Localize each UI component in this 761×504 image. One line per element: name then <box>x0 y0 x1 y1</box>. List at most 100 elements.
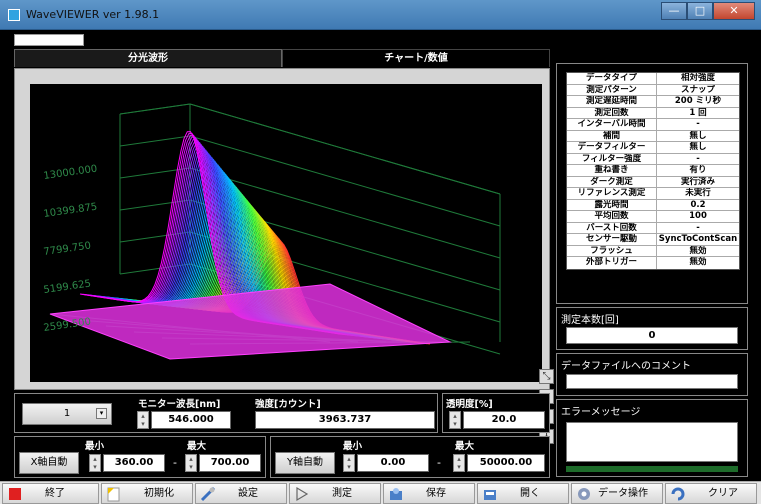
parameter-row: 外部トリガー 無効 <box>567 257 739 269</box>
channel-selector[interactable]: 1 ▾ <box>22 403 112 425</box>
y-min-label: 最小 <box>343 441 363 452</box>
parameter-panel: データタイプ 相対強度 測定パターン スナップ測定遅延時間 200 ミリ秒測定回数 1 回… <box>556 63 748 304</box>
error-panel: エラーメッセージ <box>556 399 748 477</box>
x-min-input[interactable]: 360.00 <box>103 454 165 472</box>
bottom-toolbar: 終了 初期化 設定 測定 保存 開く データ操作 クリア <box>0 481 761 504</box>
x-min-stepper[interactable]: ▴ ▾ <box>89 454 101 472</box>
y-max-stepper[interactable]: ▴ ▾ <box>453 454 465 472</box>
parameter-value: - <box>696 153 700 164</box>
parameter-key: センサー駆動 <box>567 234 657 245</box>
parameter-value: - <box>696 222 700 233</box>
parameter-key: フラッシュ <box>567 245 657 256</box>
x-max-input[interactable]: 700.00 <box>199 454 261 472</box>
parameter-key: 測定回数 <box>567 107 657 118</box>
parameter-key: フィルター強度 <box>567 153 657 164</box>
count-panel: 測定本数[回] 0 <box>556 307 748 350</box>
y-max-input[interactable]: 50000.00 <box>467 454 545 472</box>
intensity-label: 強度[カウント] <box>255 399 321 410</box>
wavelength-input[interactable]: 546.000 <box>151 411 231 429</box>
save-icon <box>388 486 404 501</box>
parameter-row: 測定遅延時間 200 ミリ秒 <box>567 96 739 108</box>
transparency-stepper[interactable]: ▴ ▾ <box>449 411 461 429</box>
toolbar-button-label: クリア <box>708 488 738 499</box>
toolbar-button-label: 初期化 <box>144 488 174 499</box>
y-axis-panel: 最小 最大 Y軸自動 ▴ ▾ 0.00 - ▴ ▾ 50000.00 <box>270 436 550 478</box>
x-max-stepper[interactable]: ▴ ▾ <box>185 454 197 472</box>
parameter-row: センサー駆動 SyncToContScan <box>567 234 739 246</box>
parameter-value: - <box>696 119 700 129</box>
parameter-table: データタイプ 相対強度 測定パターン スナップ測定遅延時間 200 ミリ秒測定回数 1 回… <box>566 72 740 270</box>
parameter-value: 200 ミリ秒 <box>674 96 722 106</box>
minimize-button[interactable]: — <box>661 2 687 20</box>
parameter-value: SyncToContScan <box>658 234 738 244</box>
x-axis-panel: 最小 最大 X軸自動 ▴ ▾ 360.00 - ▴ ▾ 700.00 <box>14 436 266 478</box>
parameter-row: フラッシュ 無効 <box>567 245 739 257</box>
close-button[interactable]: ✕ <box>713 2 755 20</box>
parameter-value: スナップ <box>680 84 715 95</box>
parameter-row: 測定パターン スナップ <box>567 84 739 96</box>
parameter-key: 測定遅延時間 <box>567 96 657 107</box>
parameter-row: データフィルター 無し <box>567 142 739 154</box>
parameter-value: 相対強度 <box>680 73 715 83</box>
monitor-panel: 1 ▾ モニター波長[nm] ▴ ▾ 546.000 強度[カウント] 3963.… <box>14 393 438 433</box>
toolbar-button-play[interactable]: 測定 <box>289 483 381 504</box>
toolbar-button-label: データ操作 <box>598 488 648 499</box>
maximize-button[interactable]: □ <box>687 2 713 20</box>
x-range-separator: - <box>173 456 177 469</box>
parameter-key: 重ね書き <box>567 165 657 176</box>
toolbar-button-init[interactable]: 初期化 <box>101 483 193 504</box>
parameter-value: 無効 <box>689 245 707 256</box>
parameter-key: データフィルター <box>567 142 657 153</box>
error-message-box <box>566 422 738 462</box>
toolbar-button-open[interactable]: 開く <box>477 483 569 504</box>
stop-icon <box>7 486 23 501</box>
parameter-value: 無効 <box>689 257 707 267</box>
view-tabs: 分光波形 チャート/数値 <box>14 49 550 67</box>
parameter-value: 実行済み <box>680 176 715 187</box>
transparency-label: 透明度[%] <box>446 399 493 410</box>
parameter-row: 露光時間 0.2 <box>567 199 739 211</box>
toolbar-button-label: 終了 <box>45 488 65 499</box>
parameter-value: 100 <box>689 211 707 221</box>
toolbar-button-clear[interactable]: クリア <box>665 483 757 504</box>
toolbar-button-label: 測定 <box>332 488 352 499</box>
app-icon <box>8 9 20 21</box>
toolbar-button-settings[interactable]: 設定 <box>195 483 287 504</box>
x-auto-button[interactable]: X軸自動 <box>19 452 79 474</box>
parameter-value: 1 回 <box>689 107 707 118</box>
init-icon <box>106 486 122 502</box>
toolbar-button-save[interactable]: 保存 <box>383 483 475 504</box>
tab-chart-values[interactable]: チャート/数値 <box>282 49 550 67</box>
dropdown-arrow-icon[interactable]: ▾ <box>96 408 107 419</box>
parameter-row: ダーク測定 実行済み <box>567 176 739 188</box>
parameter-key: 外部トリガー <box>567 257 657 269</box>
transparency-input[interactable]: 20.0 <box>463 411 545 429</box>
parameter-key: 平均回数 <box>567 211 657 222</box>
parameter-key: インターバル時間 <box>567 119 657 130</box>
top-text-field[interactable] <box>14 34 84 46</box>
zoom-tool-icon[interactable]: ⤡ <box>539 369 554 384</box>
parameter-row: 平均回数 100 <box>567 211 739 223</box>
parameter-row: バースト回数 - <box>567 222 739 234</box>
plot-area: 13000.00010399.8757799.7505199.6252599.5… <box>30 84 542 382</box>
parameter-key: 測定パターン <box>567 84 657 95</box>
comment-input[interactable] <box>566 374 738 389</box>
toolbar-button-data-ops[interactable]: データ操作 <box>571 483 663 504</box>
data-ops-icon <box>576 486 592 501</box>
wavelength-stepper[interactable]: ▴ ▾ <box>137 411 149 429</box>
tab-spectrum[interactable]: 分光波形 <box>14 49 282 67</box>
y-min-input[interactable]: 0.00 <box>357 454 429 472</box>
spectrum-3d-graph[interactable]: 13000.000 10399.875 7799.750 5199.625 2599.5… <box>14 68 554 444</box>
title-bar: WaveVIEWER ver 1.98.1 — □ ✕ <box>0 0 761 30</box>
parameter-value: 無し <box>689 130 707 141</box>
channel-value: 1 <box>63 408 71 419</box>
parameter-key: 露光時間 <box>567 199 657 210</box>
intensity-value: 3963.737 <box>255 411 435 429</box>
y-min-stepper[interactable]: ▴ ▾ <box>343 454 355 472</box>
parameter-row: データタイプ 相対強度 <box>567 73 739 85</box>
parameter-row: インターバル時間 - <box>567 119 739 131</box>
parameter-row: リファレンス測定 未実行 <box>567 188 739 200</box>
parameter-key: バースト回数 <box>567 222 657 233</box>
y-auto-button[interactable]: Y軸自動 <box>275 452 335 474</box>
toolbar-button-stop[interactable]: 終了 <box>2 483 99 504</box>
